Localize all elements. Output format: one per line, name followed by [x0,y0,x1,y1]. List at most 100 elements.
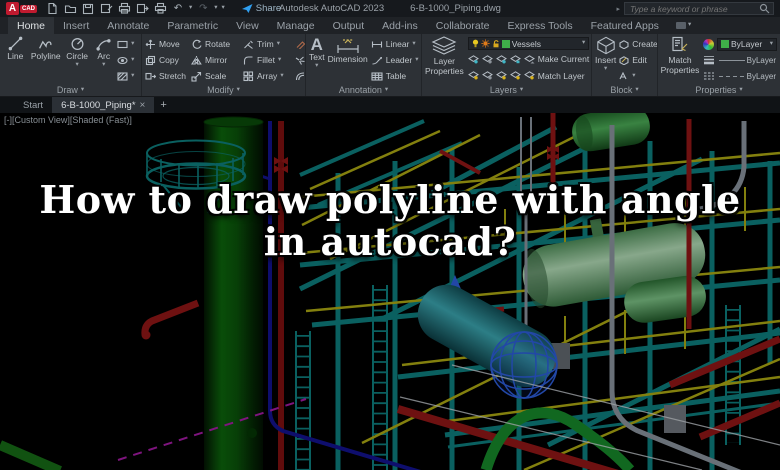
new-tab-button[interactable]: + [154,97,172,113]
file-tab-current[interactable]: 6-B-1000_Piping* × [52,97,154,113]
ribbon-tab-output[interactable]: Output [324,17,374,34]
panel-label-annotation[interactable]: Annotation▾ [306,84,421,96]
match-properties-tool[interactable]: Match Properties [661,36,699,84]
arc-caret[interactable]: ▾ [102,62,105,69]
save-as-button[interactable] [99,2,113,16]
text-caret[interactable]: ▾ [315,63,318,70]
file-tab-start[interactable]: Start [14,97,52,113]
ribbon-tab-parametric[interactable]: Parametric [158,17,227,34]
export-button[interactable] [135,2,149,16]
hatch-tool[interactable]: ▾ [117,72,138,81]
viewport-canvas[interactable] [0,113,780,470]
open-button[interactable] [63,2,77,16]
share-button[interactable]: Share [235,2,287,15]
new-button[interactable] [45,2,59,16]
linear-tool[interactable]: Linear▾ [371,39,419,49]
hatch-caret[interactable]: ▾ [131,73,134,80]
linetype-dropdown[interactable]: ByLayer [718,70,777,83]
insert-caret[interactable]: ▾ [604,66,607,73]
array-caret[interactable]: ▾ [280,73,283,80]
layer-tool-icon[interactable] [496,55,507,64]
color-wheel-icon[interactable] [703,39,714,50]
linear-caret[interactable]: ▾ [412,41,415,48]
create-block-tool[interactable]: Create [619,39,658,49]
rectangle-caret[interactable]: ▾ [131,41,134,48]
close-tab-icon[interactable]: × [140,100,146,111]
search-expand-icon[interactable]: ▸ [616,5,620,13]
ribbon-tab-express-tools[interactable]: Express Tools [498,17,581,34]
erase-tool[interactable] [295,39,306,49]
rotate-tool[interactable]: Rotate [191,39,243,50]
undo-button[interactable]: ↶ [171,2,185,16]
ribbon-tab-home[interactable]: Home [8,17,54,34]
edit-block-tool[interactable]: Edit [619,55,658,65]
offset-tool[interactable] [295,71,306,81]
move-tool[interactable]: Move [145,39,191,50]
qat-customize-caret[interactable]: ▾ [222,5,225,12]
ribbon-display-toggle[interactable]: ▾ [668,17,699,34]
polyline-tool[interactable]: Polyline [30,36,62,84]
drawing-viewport[interactable]: [-][Custom View][Shaded (Fast)] How to d… [0,113,780,470]
layer-tool-icon[interactable] [482,71,493,80]
panel-label-properties[interactable]: Properties▾ [658,84,780,96]
ribbon-tab-manage[interactable]: Manage [268,17,324,34]
viewport-controls[interactable]: [-][Custom View][Shaded (Fast)] [4,115,132,125]
ellipse-caret[interactable]: ▾ [131,57,134,64]
redo-button[interactable]: ↷ [196,2,210,16]
circle-caret[interactable]: ▾ [75,62,78,69]
arc-tool[interactable]: Arc ▾ [92,36,115,84]
scale-tool[interactable]: Scale [191,71,243,82]
circle-tool[interactable]: Circle ▾ [64,36,91,84]
leader-caret[interactable]: ▾ [415,57,418,64]
color-dropdown-caret[interactable]: ▾ [770,41,773,48]
make-current-icon[interactable] [524,55,535,64]
layer-lock-tool-icon[interactable] [510,55,521,64]
explode-tool[interactable] [295,55,306,65]
layer-tool-icon[interactable] [482,55,493,64]
undo-dropdown-caret[interactable]: ▾ [189,5,192,12]
ribbon-tab-annotate[interactable]: Annotate [98,17,158,34]
attributes-caret[interactable]: ▾ [632,73,635,80]
save-button[interactable] [81,2,95,16]
panel-label-layers[interactable]: Layers▾ [422,84,591,96]
make-current-tool[interactable]: Make Current [538,54,590,64]
search-box[interactable] [624,2,774,15]
layer-tool-icon[interactable] [510,71,521,80]
trim-tool[interactable]: Trim▾ [243,39,295,50]
lineweight-dropdown[interactable]: ByLayer [718,54,777,67]
layer-tool-icon[interactable] [468,71,479,80]
line-tool[interactable]: Line [3,36,28,84]
layer-freeze-sun-icon[interactable] [481,39,490,48]
search-icon[interactable] [759,3,770,14]
rectangle-tool[interactable]: ▾ [117,40,138,49]
print-button[interactable] [153,2,167,16]
layer-dropdown[interactable]: Vessels ▾ [468,37,590,50]
layer-color-swatch[interactable] [502,40,510,48]
ribbon-tab-insert[interactable]: Insert [54,17,98,34]
array-tool[interactable]: Array▾ [243,71,295,82]
block-attributes-tool[interactable]: ▾ [619,72,658,81]
stretch-tool[interactable]: Stretch [145,71,191,82]
text-tool[interactable]: A Text ▾ [309,36,325,84]
object-color-dropdown[interactable]: ByLayer ▾ [717,38,777,51]
redo-dropdown-caret[interactable]: ▾ [214,5,217,12]
ribbon-tab-view[interactable]: View [227,17,268,34]
layer-properties-tool[interactable]: Layer Properties [425,36,464,84]
trim-caret[interactable]: ▾ [277,41,280,48]
match-layer-tool[interactable]: Match Layer [538,71,585,81]
app-menu-button[interactable]: A CAD [6,2,37,15]
ribbon-tab-collaborate[interactable]: Collaborate [427,17,499,34]
ribbon-tab-featured-apps[interactable]: Featured Apps [582,17,668,34]
mirror-tool[interactable]: Mirror [191,55,243,66]
table-tool[interactable]: Table [371,71,419,81]
layer-unlock-icon[interactable] [492,39,500,48]
panel-label-block[interactable]: Block▾ [592,84,657,96]
layer-tool-icon[interactable] [496,71,507,80]
fillet-tool[interactable]: Fillet▾ [243,55,295,66]
layer-dropdown-caret[interactable]: ▾ [582,40,585,47]
fillet-caret[interactable]: ▾ [278,57,281,64]
insert-block-tool[interactable]: Insert ▾ [595,36,616,84]
search-input[interactable] [628,3,759,15]
leader-tool[interactable]: Leader▾ [371,55,419,65]
layer-tool-icon[interactable] [468,55,479,64]
